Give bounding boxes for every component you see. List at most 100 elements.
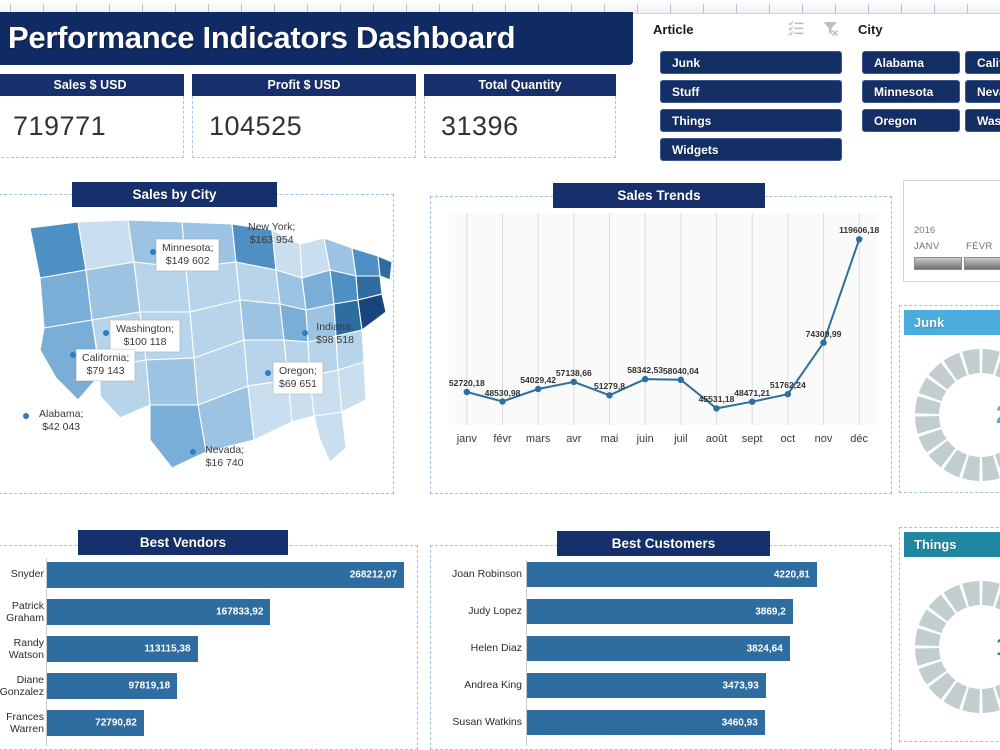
bar-value-label: 268212,07 bbox=[349, 569, 397, 581]
x-axis-tick-label: févr bbox=[493, 433, 512, 445]
map-callout-new-york: New York; $163 954 bbox=[248, 221, 296, 247]
bar-value-label: 3460,93 bbox=[721, 717, 758, 728]
line-data-label: 74309,99 bbox=[805, 328, 842, 339]
ruler-tick bbox=[637, 4, 638, 13]
page-title: Performance Indicators Dashboard bbox=[8, 20, 516, 55]
bar-rect[interactable]: 97819,18 bbox=[47, 673, 178, 699]
bar-category-label: Snyder bbox=[10, 568, 44, 580]
timeline-bar-fevr[interactable] bbox=[964, 257, 1000, 270]
ruler-tick bbox=[736, 4, 737, 13]
slicer-item-nevada[interactable]: Nevada bbox=[965, 80, 1000, 103]
bar-category-label: Andrea King bbox=[464, 678, 522, 691]
bar-category-label: Joan Robinson bbox=[451, 567, 522, 580]
slicer-item-minnesota[interactable]: Minnesota bbox=[862, 80, 960, 103]
bar-value-label: 3824,64 bbox=[746, 643, 783, 654]
panel-gauge-junk: Junk 2 bbox=[899, 305, 1000, 493]
bar-category-label: Judy Lopez bbox=[468, 604, 522, 617]
map-marker-washington bbox=[302, 330, 308, 336]
line-data-label: 52720,18 bbox=[448, 377, 485, 388]
bar-value-label: 113115,38 bbox=[144, 643, 191, 655]
ruler-tick bbox=[835, 4, 836, 13]
x-axis-tick-label: oct bbox=[780, 433, 796, 445]
x-axis-tick-label: janv bbox=[456, 433, 477, 445]
bar-rect[interactable]: 3824,64 bbox=[527, 636, 790, 661]
x-axis-tick-label: avr bbox=[566, 433, 582, 445]
x-axis-tick-label: juil bbox=[674, 433, 688, 445]
map-marker-oregon bbox=[265, 370, 271, 376]
slicer-item-alabama[interactable]: Alabama bbox=[862, 51, 960, 74]
dashboard-title-banner: Performance Indicators Dashboard bbox=[0, 12, 633, 65]
map-marker-nevada bbox=[190, 449, 196, 455]
x-axis-tick-label: nov bbox=[814, 433, 833, 445]
bar-rect[interactable]: 268212,07 bbox=[47, 562, 404, 588]
bar-rect[interactable]: 167833,92 bbox=[47, 599, 271, 625]
kpi-value: 719771 bbox=[13, 111, 107, 141]
bar-rect[interactable]: 3473,93 bbox=[527, 673, 766, 698]
bar-value-label: 3869,2 bbox=[755, 606, 786, 617]
map-callout-california: California; $79 143 bbox=[76, 349, 136, 382]
ruler-tick bbox=[802, 4, 803, 13]
dashboard-root: Performance Indicators Dashboard Sales $… bbox=[0, 0, 1000, 750]
bar-category-label: Diane Gonzalez bbox=[0, 674, 44, 698]
map-marker-alabama bbox=[23, 413, 29, 419]
slicer-item-junk[interactable]: Junk bbox=[660, 51, 842, 74]
bar-value-label: 72790,82 bbox=[95, 717, 137, 729]
x-axis-tick-label: mars bbox=[525, 433, 551, 445]
slicer-item-widgets[interactable]: Widgets bbox=[660, 138, 842, 161]
line-data-label: 48471,21 bbox=[734, 387, 771, 398]
bar-value-label: 167833,92 bbox=[216, 606, 264, 618]
sales-trends-chart[interactable]: janv févr mars avr mai juin juil août sept oct nov… bbox=[437, 205, 889, 470]
line-data-label: 48530,98 bbox=[484, 387, 521, 398]
panel-title-sales-trends: Sales Trends bbox=[553, 183, 765, 208]
map-callout-washington: Indiana; $98 518 bbox=[316, 321, 354, 347]
map-callout-nevada: Nevada; $16 740 bbox=[205, 444, 245, 470]
line-data-label: 54029,42 bbox=[520, 374, 557, 385]
line-data-label: 58040,04 bbox=[662, 365, 699, 376]
panel-gauge-things: Things 1 bbox=[899, 527, 1000, 742]
line-data-label: 57138,66 bbox=[555, 367, 592, 378]
clear-filter-icon[interactable] bbox=[822, 20, 839, 37]
timeline-year: 2016 bbox=[914, 225, 936, 236]
line-data-label: 51279,8 bbox=[593, 381, 626, 392]
panel-title-sales-by-city: Sales by City bbox=[72, 182, 277, 207]
bar-rect[interactable]: 3869,2 bbox=[527, 599, 793, 624]
line-data-label: 119606,18 bbox=[839, 225, 880, 236]
bar-category-label: Patrick Graham bbox=[6, 600, 44, 624]
bar-rect[interactable]: 72790,82 bbox=[47, 710, 144, 736]
ruler-tick bbox=[934, 4, 935, 13]
ruler-tick bbox=[901, 4, 902, 13]
slicer-item-oregon[interactable]: Oregon bbox=[862, 109, 960, 132]
gauge-value-things: 1 bbox=[996, 633, 1000, 662]
slicer-item-california[interactable]: California bbox=[965, 51, 1000, 74]
gauge-donut-things bbox=[915, 581, 1000, 713]
bar-rect[interactable]: 113115,38 bbox=[47, 636, 198, 662]
timeline-month-janv: JANV bbox=[914, 241, 940, 252]
bar-category-label: Randy Watson bbox=[8, 637, 44, 661]
x-axis-tick-label: sept bbox=[741, 433, 763, 445]
bar-rect[interactable]: 4220,81 bbox=[527, 562, 817, 587]
bar-value-label: 3473,93 bbox=[722, 680, 759, 691]
ruler-tick bbox=[967, 4, 968, 13]
map-callout-minnesota: Minnesota; $149 602 bbox=[156, 239, 220, 272]
bar-rect[interactable]: 3460,93 bbox=[527, 710, 765, 735]
x-axis-tick-label: juin bbox=[636, 433, 654, 445]
line-data-label: 51762,24 bbox=[769, 380, 806, 391]
gauge-title-things: Things bbox=[904, 532, 1000, 557]
timeline-bar-janv[interactable] bbox=[914, 257, 962, 270]
kpi-label: Total Quantity bbox=[424, 74, 616, 96]
slicer-title-city: City bbox=[858, 22, 883, 37]
bar-value-label: 4220,81 bbox=[773, 569, 810, 580]
slicer-item-stuff[interactable]: Stuff bbox=[660, 80, 842, 103]
panel-title-best-vendors: Best Vendors bbox=[78, 530, 288, 555]
kpi-value: 104525 bbox=[209, 111, 303, 141]
bar-category-label: Susan Watkins bbox=[452, 715, 522, 728]
slicer-item-washington[interactable]: Washington bbox=[965, 109, 1000, 132]
ruler-tick bbox=[868, 4, 869, 13]
timeline-slicer[interactable]: 2016 JANV FÉVR bbox=[903, 180, 1000, 282]
slicer-item-things[interactable]: Things bbox=[660, 109, 842, 132]
panel-title-best-customers: Best Customers bbox=[557, 531, 770, 556]
kpi-card-quantity: Total Quantity 31396 bbox=[424, 74, 616, 158]
x-axis-tick-label: déc bbox=[850, 433, 869, 445]
line-data-label: 58342,53 bbox=[627, 365, 664, 376]
multi-select-icon[interactable] bbox=[788, 20, 805, 37]
